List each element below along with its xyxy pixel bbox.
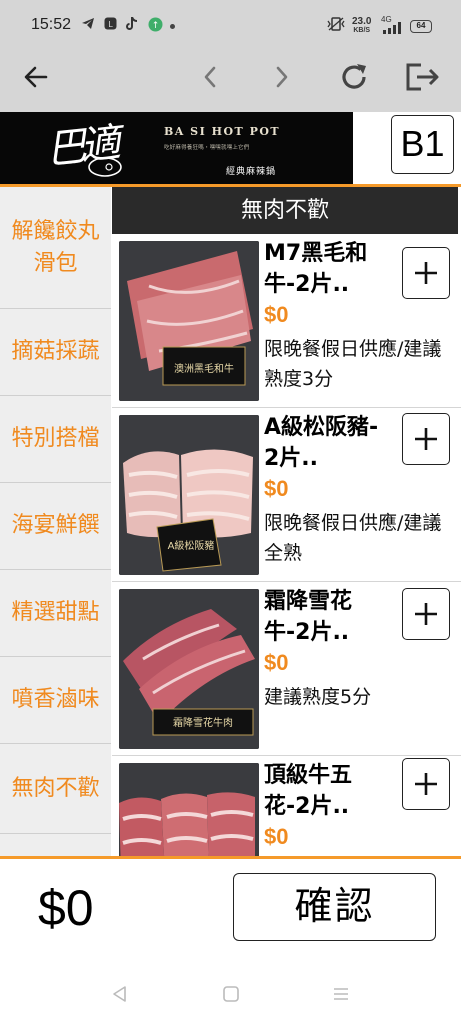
menu-item: 頂級牛五花-2片.. $0 (112, 756, 461, 856)
menu-item: A級松阪豬 A級松阪豬- 2片.. $0 限晚餐假日供應/建議全熟 (112, 408, 461, 582)
item-note: 限晚餐假日供應/建議熟度3分 (264, 338, 442, 390)
item-price: $0 (264, 824, 289, 849)
system-nav-bar (0, 954, 461, 1024)
add-item-button[interactable] (402, 247, 450, 299)
category-label: 摘菇採蔬 (11, 339, 100, 364)
add-item-button[interactable] (402, 758, 450, 810)
category-label: 無肉不歡 (11, 775, 100, 801)
category-label: 特別搭檔 (11, 426, 100, 451)
svg-text:↑: ↑ (152, 21, 160, 31)
plus-icon (415, 603, 437, 625)
add-item-button[interactable] (402, 413, 450, 465)
brand-slogan: 吃好麻得養狂嗎・嘿嘿就嘿上它們 (164, 145, 250, 151)
plus-icon (415, 773, 437, 795)
menu-list: 無肉不歡 澳洲黑毛和牛 M7黑毛和牛-2片.. $0 限晚餐假日供應/建議熟度3… (112, 187, 461, 856)
item-price: $0 (264, 302, 289, 327)
item-image: 澳洲黑毛和牛 (119, 241, 259, 401)
table-number-badge: B1 (391, 115, 454, 174)
item-image: A級松阪豬 (119, 415, 259, 575)
category-label: 解饞餃丸滑包 (11, 218, 100, 276)
category-item[interactable]: 摘菇採蔬 (0, 309, 111, 396)
item-note: 限晚餐假日供應/建議全熟 (264, 512, 442, 564)
tiktok-icon (126, 16, 138, 35)
item-note: 建議熟度5分 (264, 686, 372, 708)
back-arrow-icon[interactable] (18, 59, 54, 95)
speed-value: 23.0 (352, 16, 372, 27)
confirm-button[interactable]: 確認 (233, 873, 436, 941)
item-name: M7黑毛和牛-2片.. (264, 241, 368, 297)
menu-item: 霜降雪花牛肉 霜降雪花牛-2片.. $0 建議熟度5分 (112, 582, 461, 756)
item-image-label: 澳洲黑毛和牛 (174, 362, 234, 375)
category-item[interactable]: 特別搭檔 (0, 396, 111, 483)
restaurant-header: 巴適 BA SI HOT POT 吃好麻得養狂嗎・嘿嘿就嘿上它們 經典麻辣鍋 B… (0, 112, 461, 185)
item-name: 頂級牛五花-2片.. (264, 763, 353, 819)
restaurant-logo: 巴適 BA SI HOT POT 吃好麻得養狂嗎・嘿嘿就嘿上它們 經典麻辣鍋 (0, 112, 353, 185)
vibrate-icon (326, 17, 346, 35)
notification-dot (170, 24, 175, 29)
line-icon: L (104, 17, 117, 34)
app-icon: ↑ (148, 17, 163, 36)
brand-chinese: 經典麻辣鍋 (226, 167, 277, 177)
plus-icon (415, 262, 437, 284)
item-price: $0 (264, 650, 289, 675)
battery-indicator: 64 (410, 20, 432, 33)
telegram-icon (81, 17, 95, 34)
category-item-active[interactable]: 無肉不歡 (0, 744, 111, 834)
plus-icon (415, 428, 437, 450)
signal-icon (382, 22, 402, 38)
add-item-button[interactable] (402, 588, 450, 640)
category-label: 精選甜點 (11, 600, 100, 625)
brand-english: BA SI HOT POT (164, 125, 281, 138)
category-label: 海宴鮮饌 (11, 513, 100, 538)
item-image-label: A級松阪豬 (168, 539, 215, 552)
section-title: 無肉不歡 (112, 187, 458, 234)
status-bar: 15:52 L ↑ 23.0 KB/S 4G 64 (0, 0, 461, 42)
browser-toolbar (0, 42, 461, 112)
item-price: $0 (264, 476, 289, 501)
status-time: 15:52 (31, 16, 72, 33)
history-forward-icon[interactable] (264, 59, 300, 95)
category-label: 噴香滷味 (11, 687, 100, 712)
category-item[interactable]: 解饞餃丸滑包 (0, 187, 111, 309)
item-image: 霜降雪花牛肉 (119, 589, 259, 749)
order-footer: $0 確認 (0, 859, 461, 954)
item-name: A級松阪豬- 2片.. (264, 415, 379, 471)
speed-unit: KB/S (353, 27, 371, 34)
nav-menu-icon[interactable] (331, 984, 351, 1004)
nav-home-icon[interactable] (221, 984, 241, 1004)
logo-swirl-icon (88, 157, 122, 177)
item-image (119, 763, 259, 856)
network-speed: 23.0 KB/S (352, 17, 371, 35)
category-sidebar: 解饞餃丸滑包 摘菇採蔬 特別搭檔 海宴鮮饌 精選甜點 噴香滷味 無肉不歡 (0, 187, 111, 856)
category-item[interactable]: 精選甜點 (0, 570, 111, 657)
category-item[interactable]: 海宴鮮饌 (0, 483, 111, 570)
item-image-label: 霜降雪花牛肉 (173, 716, 233, 729)
category-item[interactable]: 噴香滷味 (0, 657, 111, 744)
reload-icon[interactable] (336, 59, 372, 95)
svg-text:L: L (108, 20, 113, 29)
exit-icon[interactable] (404, 59, 440, 95)
history-back-icon[interactable] (192, 59, 228, 95)
nav-back-icon[interactable] (110, 984, 130, 1004)
item-name: 霜降雪花牛-2片.. (264, 589, 353, 645)
order-total: $0 (38, 880, 94, 936)
menu-item: 澳洲黑毛和牛 M7黑毛和牛-2片.. $0 限晚餐假日供應/建議熟度3分 (112, 234, 461, 408)
